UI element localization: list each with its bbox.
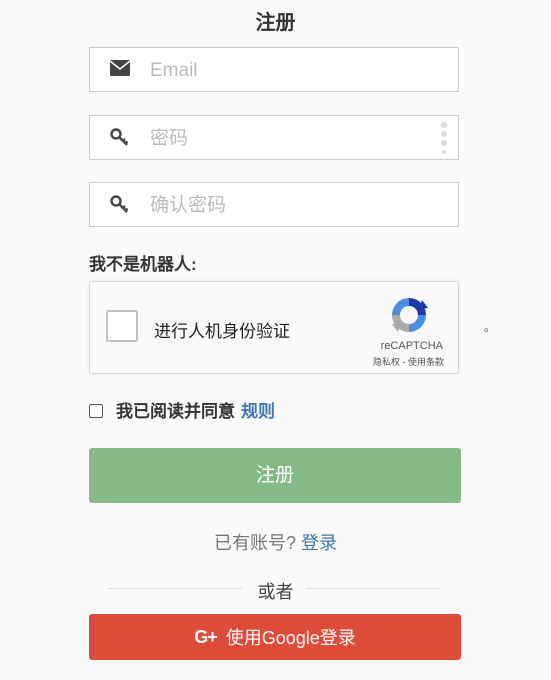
- google-login-button[interactable]: G+ 使用Google登录: [89, 614, 461, 660]
- password-field[interactable]: [89, 115, 459, 161]
- agree-text: 我已阅读并同意: [116, 402, 235, 421]
- recaptcha-checkbox[interactable]: [106, 310, 138, 342]
- envelope-icon: [109, 60, 132, 80]
- email-field[interactable]: [89, 47, 459, 93]
- page-title: 注册: [255, 12, 296, 34]
- password-input[interactable]: [148, 116, 432, 161]
- have-account-row: 已有账号? 登录: [0, 529, 551, 555]
- recaptcha-widget: 进行人机身份验证 reCAPTCHA 隐私权 - 使用条款: [89, 281, 459, 374]
- or-divider-text: 或者: [257, 582, 294, 602]
- robot-label: 我不是机器人:: [89, 255, 197, 274]
- confirm-password-input[interactable]: [148, 183, 432, 228]
- agree-row: 我已阅读并同意 规则: [89, 397, 275, 422]
- google-plus-icon: G+: [194, 626, 217, 647]
- dots-icon[interactable]: [440, 122, 448, 154]
- have-account-text: 已有账号?: [213, 533, 296, 553]
- confirm-password-field[interactable]: [89, 182, 459, 228]
- email-input[interactable]: [148, 48, 432, 93]
- agree-checkbox[interactable]: [89, 403, 103, 418]
- side-mark: 。: [484, 320, 497, 334]
- key-icon: [110, 128, 132, 148]
- rules-link[interactable]: 规则: [241, 397, 275, 422]
- recaptcha-brand: reCAPTCHA: [380, 340, 443, 352]
- recaptcha-checkbox-label: 进行人机身份验证: [154, 322, 290, 341]
- key-icon: [110, 195, 132, 215]
- google-login-label: 使用Google登录: [225, 628, 356, 648]
- divider-right: [306, 588, 441, 589]
- register-button[interactable]: 注册: [89, 448, 461, 503]
- login-link[interactable]: 登录: [301, 533, 337, 553]
- recaptcha-terms-link[interactable]: 隐私权 - 使用条款: [373, 355, 444, 368]
- recaptcha-logo-icon: [388, 294, 430, 336]
